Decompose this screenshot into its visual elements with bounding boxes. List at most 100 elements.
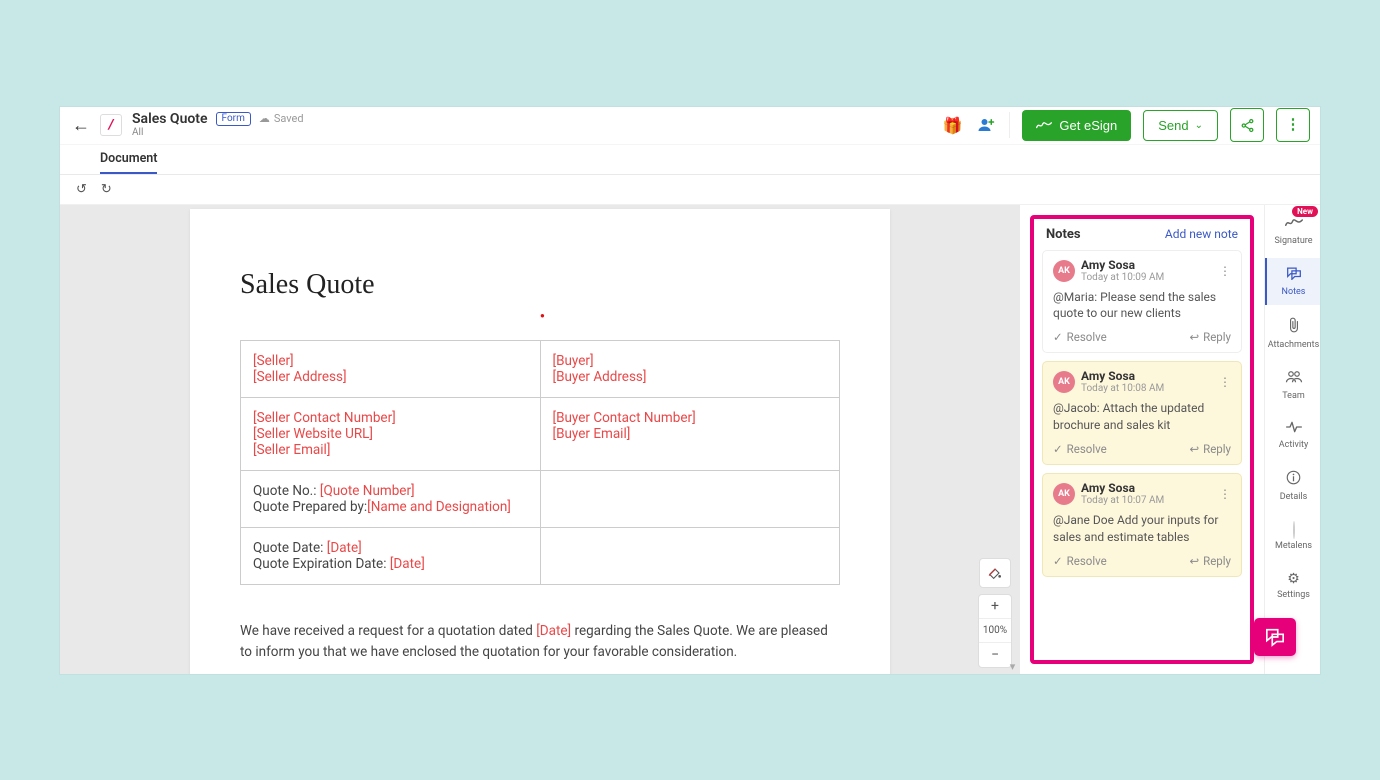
buyer-address-ph: [Buyer Address] [553,369,647,385]
rail-metalens[interactable]: Metalens [1265,514,1320,559]
scroll-corner-icon[interactable]: ▾ [1005,659,1020,674]
note-more-icon[interactable]: ⋮ [1219,375,1231,389]
notes-title: Notes [1046,227,1081,242]
reply-button[interactable]: ↩Reply [1189,330,1231,344]
resolve-button[interactable]: ✓Resolve [1053,442,1107,456]
rail-activity[interactable]: Activity [1265,413,1320,458]
field-marker-icon: ● [540,311,1020,320]
seller-address-ph: [Seller Address] [253,369,347,385]
new-badge: New [1292,206,1318,217]
seller-email-ph: [Seller Email] [253,442,330,458]
divider [1009,112,1010,138]
header-actions: 🎁 Get eSign Send ⌄ ⋮ [941,108,1310,142]
app-window: ← / Sales Quote Form ☁ Saved All 🎁 Get e… [60,107,1320,674]
note-body: @Maria: Please send the sales quote to o… [1053,289,1231,323]
note-more-icon[interactable]: ⋮ [1219,264,1231,278]
quote-number-cell[interactable]: Quote No.: [Quote Number] Quote Prepared… [241,470,541,527]
note-more-icon[interactable]: ⋮ [1219,487,1231,501]
rail-details[interactable]: Details [1265,462,1320,510]
zoom-stack: + 100% − [978,594,1012,668]
rail-attachments[interactable]: Attachments [1265,309,1320,358]
share-icon [1240,118,1255,133]
rail-label: Metalens [1275,541,1312,551]
rail-settings[interactable]: ⚙ Settings [1265,563,1320,608]
signature-icon [1285,217,1303,233]
buyer-contact-cell[interactable]: [Buyer Contact Number] [Buyer Email] [540,397,840,470]
seller-contact-cell[interactable]: [Seller Contact Number] [Seller Website … [241,397,541,470]
check-icon: ✓ [1053,442,1063,456]
reply-icon: ↩ [1189,554,1199,568]
rail-notes[interactable]: Notes [1265,258,1320,305]
quote-exp-label: Quote Expiration Date: [253,556,390,572]
note-card[interactable]: AK Amy Sosa Today at 10:08 AM ⋮ @Jacob: … [1042,361,1242,465]
note-timestamp: Today at 10:07 AM [1081,495,1164,506]
quote-date-ph: [Date] [327,540,362,556]
chat-fab[interactable] [1254,618,1296,656]
zoom-in-button[interactable]: + [979,595,1011,619]
prepared-by-ph: [Name and Designation] [367,499,511,515]
paint-bucket-button[interactable] [979,558,1011,588]
title-block: Sales Quote Form ☁ Saved All [132,112,304,138]
empty-cell[interactable] [540,527,840,584]
resolve-button[interactable]: ✓Resolve [1053,554,1107,568]
empty-cell[interactable] [540,470,840,527]
share-button[interactable] [1230,108,1264,142]
quote-no-label: Quote No.: [253,483,320,499]
doc-logo-icon: / [100,114,122,136]
add-user-icon[interactable] [975,114,997,136]
avatar: AK [1053,260,1075,282]
rail-label: Activity [1279,440,1308,450]
rail-label: Team [1282,391,1305,401]
rail-label: Notes [1282,287,1306,297]
reply-button[interactable]: ↩Reply [1189,442,1231,456]
form-badge: Form [216,112,251,126]
get-esign-button[interactable]: Get eSign [1022,110,1131,141]
undo-button[interactable]: ↺ [76,182,87,197]
notes-panel: Notes Add new note AK Amy Sosa Today at … [1020,205,1264,674]
back-arrow-icon[interactable]: ← [70,114,92,136]
activity-icon [1286,421,1302,437]
document-page: Sales Quote ● [Seller] [Seller Address] … [190,209,890,674]
resolve-button[interactable]: ✓Resolve [1053,330,1107,344]
table-row: [Seller Contact Number] [Seller Website … [241,397,840,470]
quote-date-label: Quote Date: [253,540,327,556]
rail-label: Details [1280,492,1308,502]
notes-frame: Notes Add new note AK Amy Sosa Today at … [1030,215,1254,664]
doc-subtitle: All [132,127,304,138]
check-icon: ✓ [1053,554,1063,568]
zoom-controls: + 100% − [978,558,1012,668]
gift-icon[interactable]: 🎁 [941,114,963,136]
redo-button[interactable]: ↻ [101,182,112,197]
document-canvas[interactable]: Sales Quote ● [Seller] [Seller Address] … [60,205,1020,674]
main-area: Sales Quote ● [Seller] [Seller Address] … [60,205,1320,674]
seller-cell[interactable]: [Seller] [Seller Address] [241,340,541,397]
right-rail: New Signature Notes Attachments [1264,205,1320,674]
buyer-ph: [Buyer] [553,353,594,369]
get-esign-label: Get eSign [1059,118,1117,133]
buyer-cell[interactable]: [Buyer] [Buyer Address] [540,340,840,397]
zoom-level: 100% [979,619,1011,643]
send-label: Send [1158,118,1188,133]
reply-button[interactable]: ↩Reply [1189,554,1231,568]
info-icon [1286,470,1301,489]
note-card[interactable]: AK Amy Sosa Today at 10:09 AM ⋮ @Maria: … [1042,250,1242,354]
more-menu-button[interactable]: ⋮ [1276,108,1310,142]
reply-icon: ↩ [1189,442,1199,456]
rail-signature[interactable]: New Signature [1265,209,1320,254]
signature-icon [1036,120,1052,131]
buyer-email-ph: [Buyer Email] [553,426,631,442]
send-button[interactable]: Send ⌄ [1143,110,1218,141]
body-paragraph[interactable]: We have received a request for a quotati… [240,621,840,664]
note-card[interactable]: AK Amy Sosa Today at 10:07 AM ⋮ @Jane Do… [1042,473,1242,577]
add-new-note-link[interactable]: Add new note [1165,227,1238,241]
body-date-ph: [Date] [536,623,571,639]
tab-document[interactable]: Document [100,145,157,174]
team-icon [1285,370,1303,388]
saved-status: ☁ Saved [259,113,304,125]
cloud-icon: ☁ [259,113,270,125]
quote-date-cell[interactable]: Quote Date: [Date] Quote Expiration Date… [241,527,541,584]
note-author: Amy Sosa [1081,482,1164,495]
metalens-icon [1293,522,1295,538]
note-timestamp: Today at 10:08 AM [1081,383,1164,394]
rail-team[interactable]: Team [1265,362,1320,409]
